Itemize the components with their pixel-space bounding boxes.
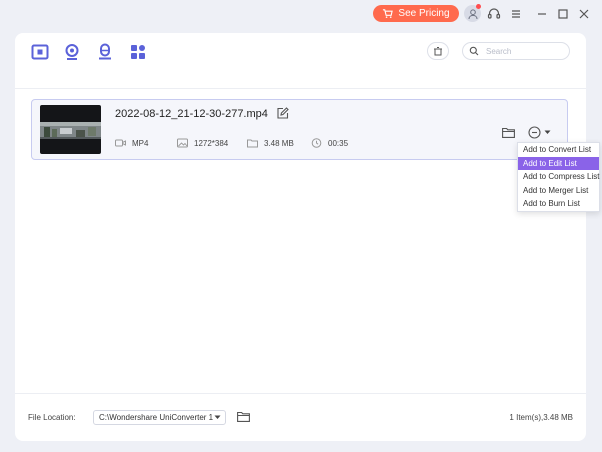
delete-button[interactable] bbox=[427, 42, 449, 60]
video-thumbnail[interactable] bbox=[40, 105, 101, 154]
items-summary: 1 Item(s),3.48 MB bbox=[509, 413, 573, 422]
search-input[interactable]: Search bbox=[462, 42, 570, 60]
menu-icon[interactable] bbox=[508, 6, 524, 22]
see-pricing-button[interactable]: See Pricing bbox=[373, 5, 459, 22]
menu-item-add-to-convert-list[interactable]: Add to Convert List bbox=[518, 143, 599, 157]
audio-recorder-icon[interactable] bbox=[96, 43, 114, 61]
size-value: 3.48 MB bbox=[264, 138, 294, 148]
file-location-value: C:\Wondershare UniConverter 1 bbox=[99, 413, 214, 422]
divider bbox=[15, 393, 586, 394]
folder-icon bbox=[247, 139, 258, 148]
more-options-button[interactable] bbox=[528, 126, 552, 139]
chevron-down-icon bbox=[544, 130, 551, 134]
more-icon bbox=[528, 126, 541, 139]
notification-dot bbox=[476, 4, 481, 9]
menu-item-add-to-burn-list[interactable]: Add to Burn List bbox=[518, 197, 599, 211]
title-bar: See Pricing bbox=[0, 0, 602, 28]
duration-info: 00:35 bbox=[311, 138, 348, 148]
file-item[interactable]: 2022-08-12_21-12-30-277.mp4 MP4 1272*384… bbox=[31, 99, 568, 160]
resolution-value: 1272*384 bbox=[194, 138, 229, 148]
search-icon bbox=[469, 46, 479, 56]
minimize-icon[interactable] bbox=[534, 6, 550, 22]
support-headset-icon[interactable] bbox=[486, 6, 502, 22]
video-icon bbox=[115, 139, 126, 147]
file-location-label: File Location: bbox=[28, 413, 76, 422]
webcam-recorder-icon[interactable] bbox=[63, 43, 81, 61]
main-panel: Search 2022-08-12_21-12-30-277.mp4 MP4 1… bbox=[15, 33, 586, 441]
format-value: MP4 bbox=[132, 138, 149, 148]
file-name: 2022-08-12_21-12-30-277.mp4 bbox=[115, 108, 268, 120]
file-location-select[interactable]: C:\Wondershare UniConverter 1 bbox=[93, 410, 226, 425]
menu-item-add-to-edit-list[interactable]: Add to Edit List bbox=[518, 156, 599, 170]
add-to-list-menu: Add to Convert List Add to Edit List Add… bbox=[517, 142, 600, 212]
menu-item-add-to-merger-list[interactable]: Add to Merger List bbox=[518, 184, 599, 198]
trash-icon bbox=[434, 47, 442, 56]
user-icon bbox=[468, 8, 477, 19]
image-icon bbox=[177, 138, 188, 148]
close-icon[interactable] bbox=[576, 6, 592, 22]
see-pricing-label: See Pricing bbox=[398, 8, 450, 19]
menu-item-add-to-compress-list[interactable]: Add to Compress List bbox=[518, 170, 599, 184]
open-folder-icon[interactable] bbox=[502, 127, 515, 138]
cart-icon bbox=[383, 9, 394, 18]
chevron-down-icon bbox=[214, 415, 221, 419]
format-info: MP4 bbox=[115, 138, 148, 148]
duration-value: 00:35 bbox=[328, 138, 349, 148]
browse-folder-icon[interactable] bbox=[237, 411, 250, 422]
maximize-icon[interactable] bbox=[555, 6, 571, 22]
rename-edit-icon[interactable] bbox=[276, 107, 289, 120]
resolution-info: 1272*384 bbox=[177, 138, 228, 148]
divider bbox=[15, 88, 586, 89]
size-info: 3.48 MB bbox=[247, 138, 294, 148]
search-placeholder: Search bbox=[486, 46, 512, 56]
apps-grid-icon[interactable] bbox=[129, 43, 147, 61]
screen-recorder-icon[interactable] bbox=[31, 43, 49, 61]
clock-icon bbox=[311, 138, 322, 148]
